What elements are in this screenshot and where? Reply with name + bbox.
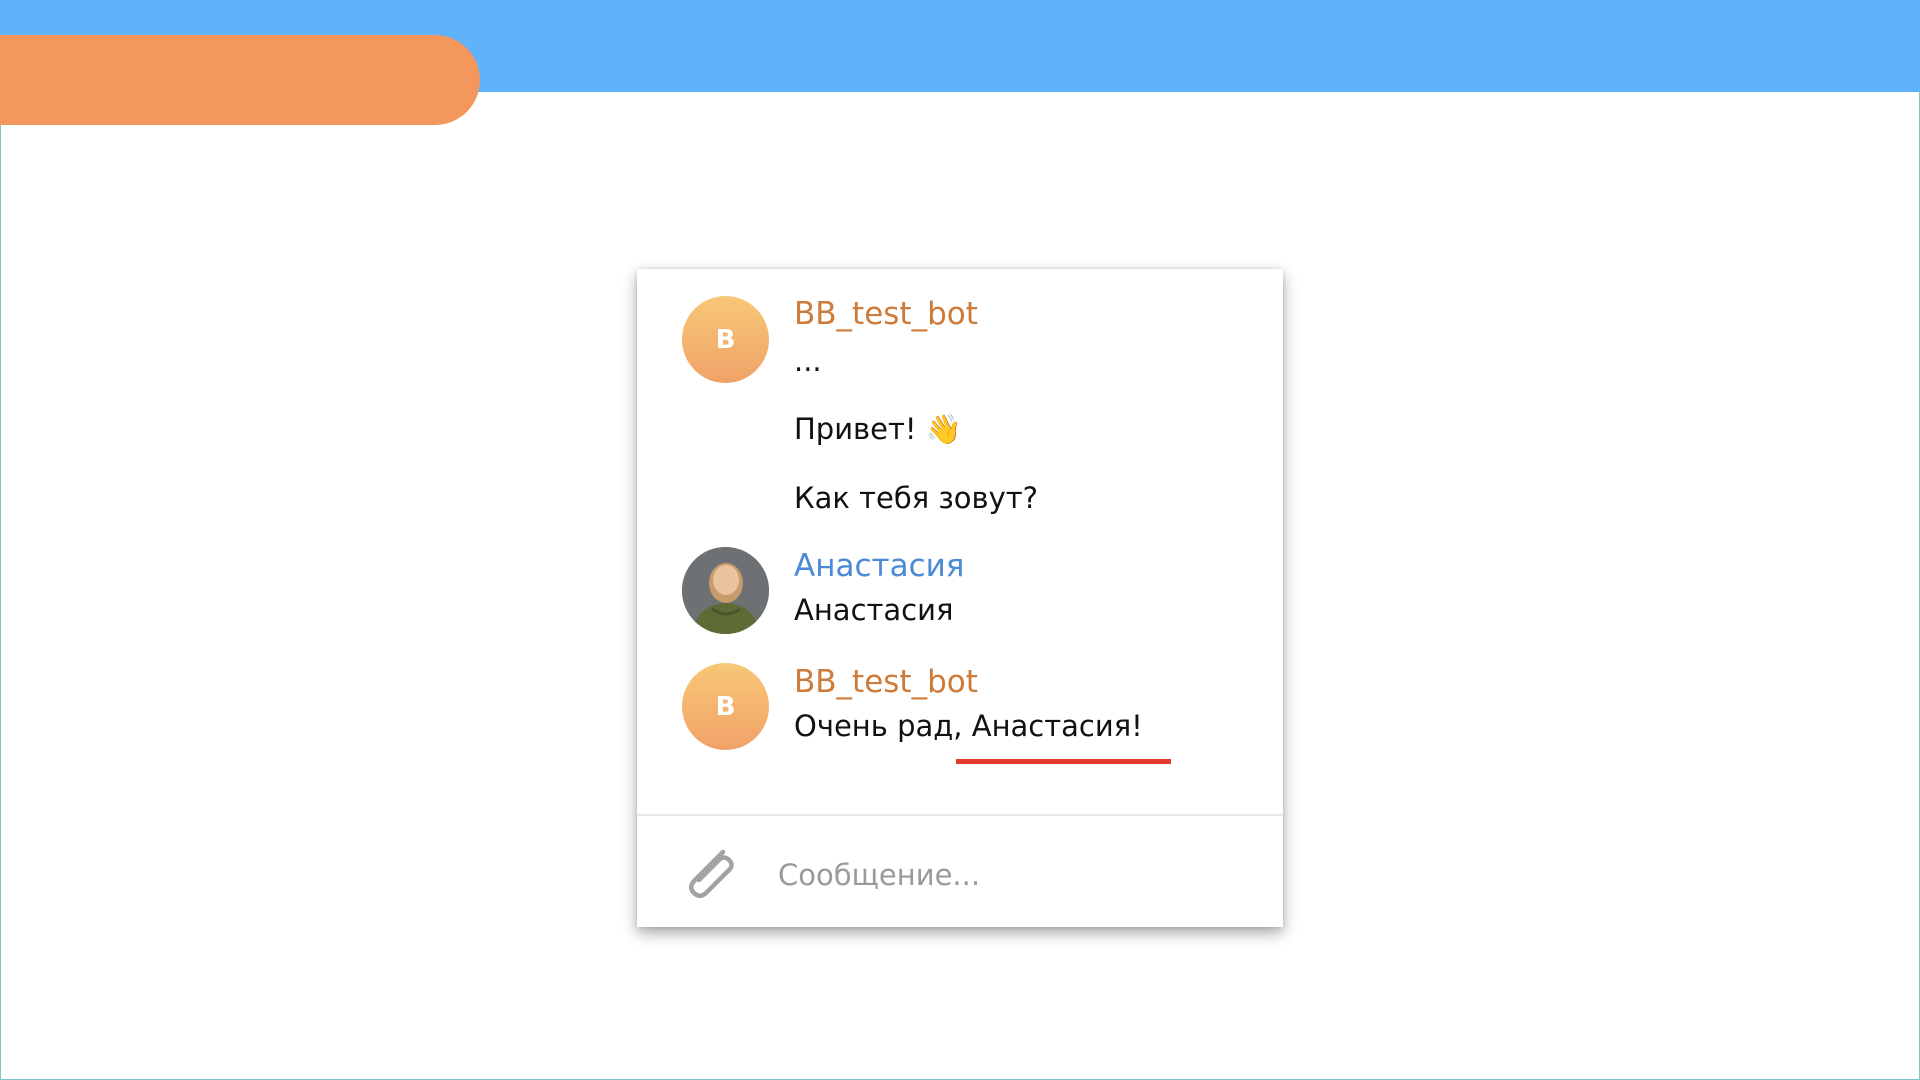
message-text: Привет! 👋 [794,412,962,446]
composer-divider [637,814,1283,816]
message-list[interactable]: B BB_test_bot ... Привет! 👋 Как тебя зов… [637,269,1283,814]
chat-window: B BB_test_bot ... Привет! 👋 Как тебя зов… [637,269,1283,927]
highlight-underline [956,759,1171,764]
avatar-initial: B [715,691,736,722]
bot-avatar[interactable]: B [682,663,769,750]
sender-name-user[interactable]: Анастасия [794,548,964,584]
sender-name-bot[interactable]: BB_test_bot [794,664,978,700]
message-input[interactable] [778,850,1238,900]
message-text: ... [794,344,822,378]
message-text: Очень рад, Анастасия! [794,709,1143,743]
user-avatar[interactable] [682,547,769,634]
paperclip-icon[interactable] [679,842,739,904]
user-photo-icon [682,547,769,634]
orange-header-pill [0,35,480,125]
message-text: Как тебя зовут? [794,481,1039,515]
bot-avatar[interactable]: B [682,296,769,383]
message-text: Анастасия [794,593,954,627]
avatar-initial: B [715,324,736,355]
sender-name-bot[interactable]: BB_test_bot [794,296,978,332]
